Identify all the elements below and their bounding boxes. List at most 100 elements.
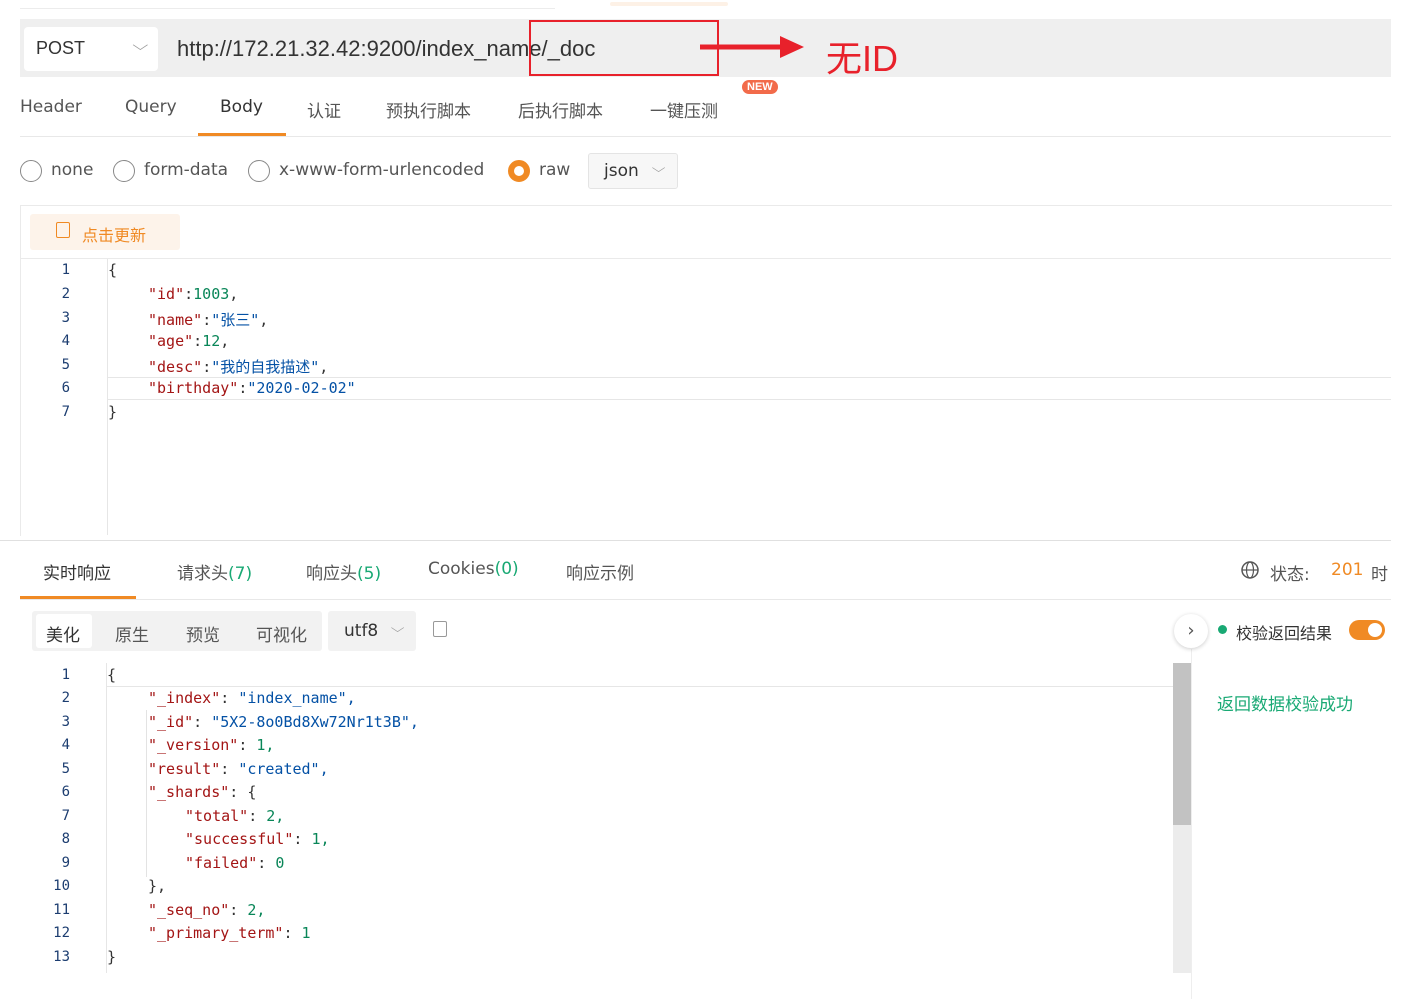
- line-number: 7: [61, 404, 70, 420]
- code-line: },: [148, 877, 167, 895]
- code-line: "_index": "index_name",: [148, 689, 356, 707]
- line-number: 2: [61, 690, 70, 706]
- toggle-knob: [1368, 623, 1382, 637]
- update-button[interactable]: 点击更新: [30, 214, 180, 250]
- tab-query[interactable]: Query: [125, 97, 177, 117]
- indent-guide: [146, 710, 147, 877]
- code-line: "successful": 1,: [185, 830, 330, 848]
- code-line: "total": 2,: [185, 807, 285, 825]
- code-brace: {: [108, 261, 118, 279]
- line-number: 9: [61, 855, 70, 871]
- radio-raw-label: raw: [539, 160, 571, 180]
- annotation-highlight-box: [529, 20, 719, 76]
- tab-post-script[interactable]: 后执行脚本: [518, 97, 603, 122]
- line-number: 1: [61, 667, 70, 683]
- response-tabs-divider: [20, 599, 1391, 600]
- view-raw[interactable]: 原生: [115, 621, 149, 646]
- code-brace: }: [108, 403, 118, 421]
- code-line: "_primary_term": 1: [148, 924, 311, 942]
- line-number: 7: [61, 808, 70, 824]
- new-badge: NEW: [742, 80, 778, 94]
- encoding-value: utf8: [344, 621, 379, 641]
- tab-response-headers[interactable]: 响应头(5): [306, 559, 381, 584]
- radio-none[interactable]: [20, 160, 42, 182]
- status-label: 状态:: [1270, 565, 1310, 585]
- line-number: 6: [61, 380, 70, 396]
- encoding-select[interactable]: utf8 ⌵: [328, 611, 416, 651]
- radio-urlencoded[interactable]: [248, 160, 270, 182]
- view-pretty[interactable]: 美化: [46, 621, 80, 646]
- line-number: 1: [61, 262, 70, 278]
- tab-cookies[interactable]: Cookies(0): [428, 559, 519, 579]
- top-highlight: [610, 2, 728, 6]
- globe-icon: [1241, 561, 1259, 579]
- code-line: }: [107, 948, 117, 966]
- copy-icon[interactable]: [433, 621, 447, 637]
- tab-auth[interactable]: 认证: [307, 97, 341, 122]
- view-preview[interactable]: 预览: [186, 621, 220, 646]
- chevron-down-icon: ⌵: [390, 621, 405, 635]
- radio-raw[interactable]: [508, 160, 530, 182]
- editor-toolbar-divider: [20, 258, 1391, 259]
- line-number: 8: [61, 831, 70, 847]
- view-visualize[interactable]: 可视化: [256, 621, 307, 646]
- line-number: 13: [53, 949, 70, 965]
- tab-pre-script[interactable]: 预执行脚本: [386, 97, 471, 122]
- annotation-arrow-icon: [700, 36, 804, 58]
- code-line: {: [107, 666, 117, 684]
- active-line-top: [107, 377, 1391, 378]
- radio-none-label: none: [51, 160, 94, 180]
- status-code: 201: [1331, 560, 1364, 580]
- tab-load-test[interactable]: 一键压测: [650, 97, 718, 122]
- format-select[interactable]: json ⌵: [588, 153, 678, 189]
- top-divider: [20, 8, 555, 9]
- active-line-bottom: [107, 399, 1391, 400]
- line-number: 4: [61, 333, 70, 349]
- verify-result: 返回数据校验成功: [1217, 695, 1353, 715]
- line-number: 3: [61, 310, 70, 326]
- line-number: 11: [53, 902, 70, 918]
- tab-body[interactable]: Body: [220, 97, 263, 117]
- radio-form-data[interactable]: [113, 160, 135, 182]
- code-line: "failed": 0: [185, 854, 285, 872]
- tab-realtime-response[interactable]: 实时响应: [43, 559, 111, 584]
- code-line: "_id": "5X2-8o0Bd8Xw72Nr1t3B",: [148, 713, 419, 731]
- chevron-right-icon[interactable]: ›: [1174, 614, 1208, 648]
- tab-header[interactable]: Header: [20, 97, 82, 117]
- time-label: 时: [1371, 565, 1388, 585]
- line-number: 2: [61, 286, 70, 302]
- status-dot: [1218, 625, 1227, 634]
- response-gutter-line: [106, 663, 107, 973]
- editor-gutter-line: [107, 259, 108, 535]
- chevron-down-icon: ⌵: [651, 161, 666, 175]
- code-line: "name":"张三",: [148, 311, 269, 329]
- format-select-value: json: [604, 161, 639, 181]
- radio-urlencoded-label: x-www-form-urlencoded: [279, 160, 485, 180]
- chevron-down-icon: ⌵: [132, 37, 149, 53]
- tab-response-example[interactable]: 响应示例: [566, 559, 634, 584]
- tabs-divider: [20, 136, 1391, 137]
- code-line: "birthday":"2020-02-02": [148, 379, 356, 397]
- update-button-label: 点击更新: [82, 226, 147, 245]
- line-number: 6: [61, 784, 70, 800]
- tab-request-headers[interactable]: 请求头(7): [177, 559, 252, 584]
- code-line: "_seq_no": 2,: [148, 901, 266, 919]
- code-line: "age":12,: [148, 332, 230, 350]
- side-panel-divider: [1191, 649, 1192, 999]
- line-number: 5: [61, 357, 70, 373]
- code-line: "desc":"我的自我描述",: [148, 358, 329, 376]
- verify-label: 校验返回结果: [1236, 624, 1333, 643]
- document-icon: [56, 222, 70, 238]
- response-scrollbar-thumb[interactable]: [1173, 663, 1191, 825]
- method-select[interactable]: POST ⌵: [24, 27, 158, 71]
- response-active-line: [107, 686, 1173, 687]
- response-separator: [0, 540, 1391, 541]
- radio-form-data-label: form-data: [144, 160, 229, 180]
- code-line: "_shards": {: [148, 783, 257, 801]
- annotation-text: 无ID: [826, 38, 899, 79]
- code-line: "_version": 1,: [148, 736, 275, 754]
- line-number: 3: [61, 714, 70, 730]
- code-line: "id":1003,: [148, 285, 239, 303]
- verify-toggle[interactable]: [1349, 620, 1385, 640]
- line-number: 12: [53, 925, 70, 941]
